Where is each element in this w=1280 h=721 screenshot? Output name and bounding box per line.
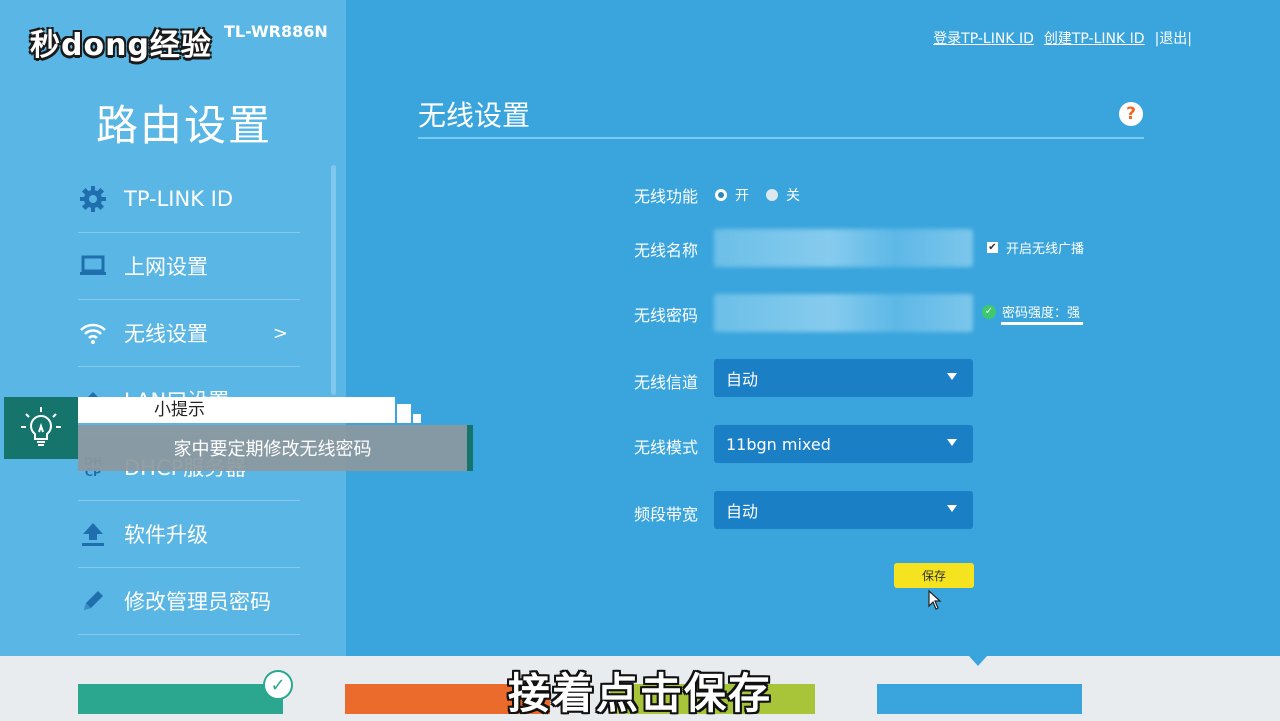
sidebar-item-internet[interactable]: 上网设置 xyxy=(78,233,300,300)
create-tplink-id-link[interactable]: 创建TP-LINK ID xyxy=(1044,28,1145,48)
upload-icon xyxy=(78,519,108,549)
lightbulb-icon xyxy=(4,397,78,459)
password-strength-bar xyxy=(1001,322,1083,325)
sidebar-item-upgrade[interactable]: 软件升级 xyxy=(78,501,300,568)
login-tplink-id-link[interactable]: 登录TP-LINK ID xyxy=(933,28,1034,48)
wifi-icon xyxy=(78,318,108,348)
caret-down-icon xyxy=(947,505,957,512)
sidebar-item-wireless[interactable]: 无线设置 > xyxy=(78,300,300,367)
laptop-icon xyxy=(78,251,108,281)
password-input[interactable] xyxy=(714,294,973,332)
ssid-input[interactable] xyxy=(714,229,973,267)
password-label: 无线密码 xyxy=(634,306,699,325)
channel-select[interactable]: 自动 xyxy=(714,359,973,397)
sidebar-item-label: 上网设置 xyxy=(124,255,208,279)
bandwidth-label: 频段带宽 xyxy=(634,505,699,524)
password-strength: ✓ 密码强度：强 xyxy=(982,302,1080,321)
sidebar-item-label: 修改管理员密码 xyxy=(124,590,271,614)
channel-value: 自动 xyxy=(726,370,759,389)
video-subtitle: 接着点击保存 xyxy=(507,669,772,718)
radio-off-dot xyxy=(766,189,778,201)
watermark-logo-text: 秒dong经验 xyxy=(30,28,212,63)
mode-value: 11bgn mixed xyxy=(726,434,831,454)
tip-heading: 小提示 xyxy=(78,397,395,423)
pencil-icon xyxy=(78,586,108,616)
radio-on-dot xyxy=(715,189,727,201)
help-icon[interactable]: ? xyxy=(1119,102,1143,126)
check-circle-icon: ✓ xyxy=(982,304,996,319)
router-model: TL-WR886N xyxy=(224,22,328,41)
logout-link[interactable]: |退出| xyxy=(1155,28,1192,48)
save-button[interactable]: 保存 xyxy=(894,563,974,588)
watermark-logo: 秒dong经验 xyxy=(22,18,220,66)
checkbox-checked-icon: ✔ xyxy=(987,242,998,253)
mouse-cursor-icon xyxy=(928,589,942,614)
tip-decoration xyxy=(397,404,411,423)
sidebar-scrollbar[interactable] xyxy=(331,165,336,395)
bandwidth-select[interactable]: 自动 xyxy=(714,491,973,529)
wireless-function-label: 无线功能 xyxy=(634,187,699,206)
radio-off-label: 关 xyxy=(786,188,800,204)
gear-icon xyxy=(78,184,108,214)
tip-decoration xyxy=(413,414,421,423)
sidebar-item-label: 软件升级 xyxy=(124,523,208,547)
password-strength-text: 密码强度：强 xyxy=(1002,306,1081,321)
mode-select[interactable]: 11bgn mixed xyxy=(714,425,973,463)
bandwidth-value: 自动 xyxy=(726,502,759,521)
header-links: 登录TP-LINK ID 创建TP-LINK ID |退出| xyxy=(933,28,1192,48)
caret-down-icon xyxy=(947,373,957,380)
chevron-right-icon: > xyxy=(272,322,288,344)
ssid-label: 无线名称 xyxy=(634,241,699,260)
title-divider xyxy=(418,137,1144,139)
broadcast-label: 开启无线广播 xyxy=(1006,242,1085,257)
tip-end-bar xyxy=(467,425,473,471)
channel-label: 无线信道 xyxy=(634,373,699,392)
sidebar-title: 路由设置 xyxy=(96,101,273,150)
caret-down-icon xyxy=(947,439,957,446)
tip-text: 家中要定期修改无线密码 xyxy=(78,425,467,471)
radio-off[interactable]: 关 xyxy=(766,185,800,205)
sidebar-item-label: 无线设置 xyxy=(124,322,208,346)
mode-label: 无线模式 xyxy=(634,438,699,457)
radio-on[interactable]: 开 xyxy=(715,185,749,205)
broadcast-checkbox[interactable]: ✔ 开启无线广播 xyxy=(987,238,1084,257)
page-title: 无线设置 xyxy=(418,99,531,132)
sidebar-item-admin-password[interactable]: 修改管理员密码 xyxy=(78,568,300,635)
sidebar-item-label: TP-LINK ID xyxy=(124,187,234,211)
sidebar-item-tplink-id[interactable]: TP-LINK ID xyxy=(78,166,300,233)
radio-on-label: 开 xyxy=(735,188,749,204)
